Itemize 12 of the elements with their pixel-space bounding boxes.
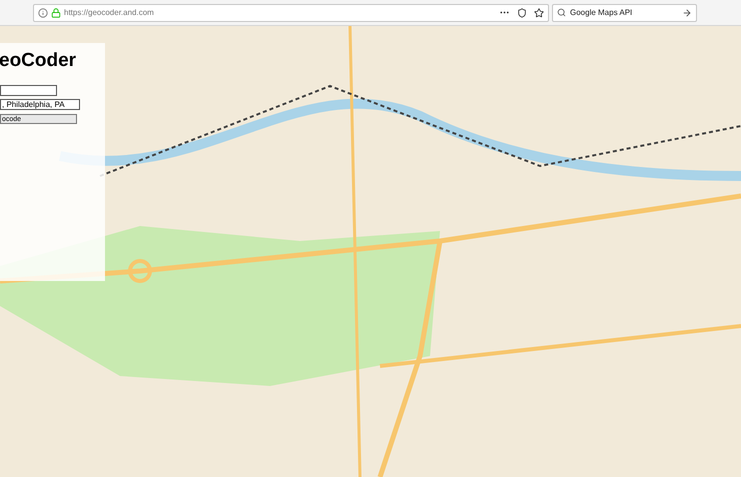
bookmark-star-icon[interactable] [534,8,544,18]
address-input[interactable] [0,85,57,96]
panel-title: eoCoder [0,49,78,73]
search-field[interactable]: Google Maps API [552,4,697,22]
search-text: Google Maps API [570,6,634,18]
search-icon [557,8,566,17]
lock-icon [51,8,61,18]
arrow-right-icon[interactable] [682,8,692,18]
address-input[interactable]: , Philadelphia, PA [0,99,80,110]
address-field[interactable]: https://geocoder.and.com [33,4,549,22]
info-icon[interactable] [38,8,48,18]
url-text: https://geocoder.and.com [64,6,154,18]
